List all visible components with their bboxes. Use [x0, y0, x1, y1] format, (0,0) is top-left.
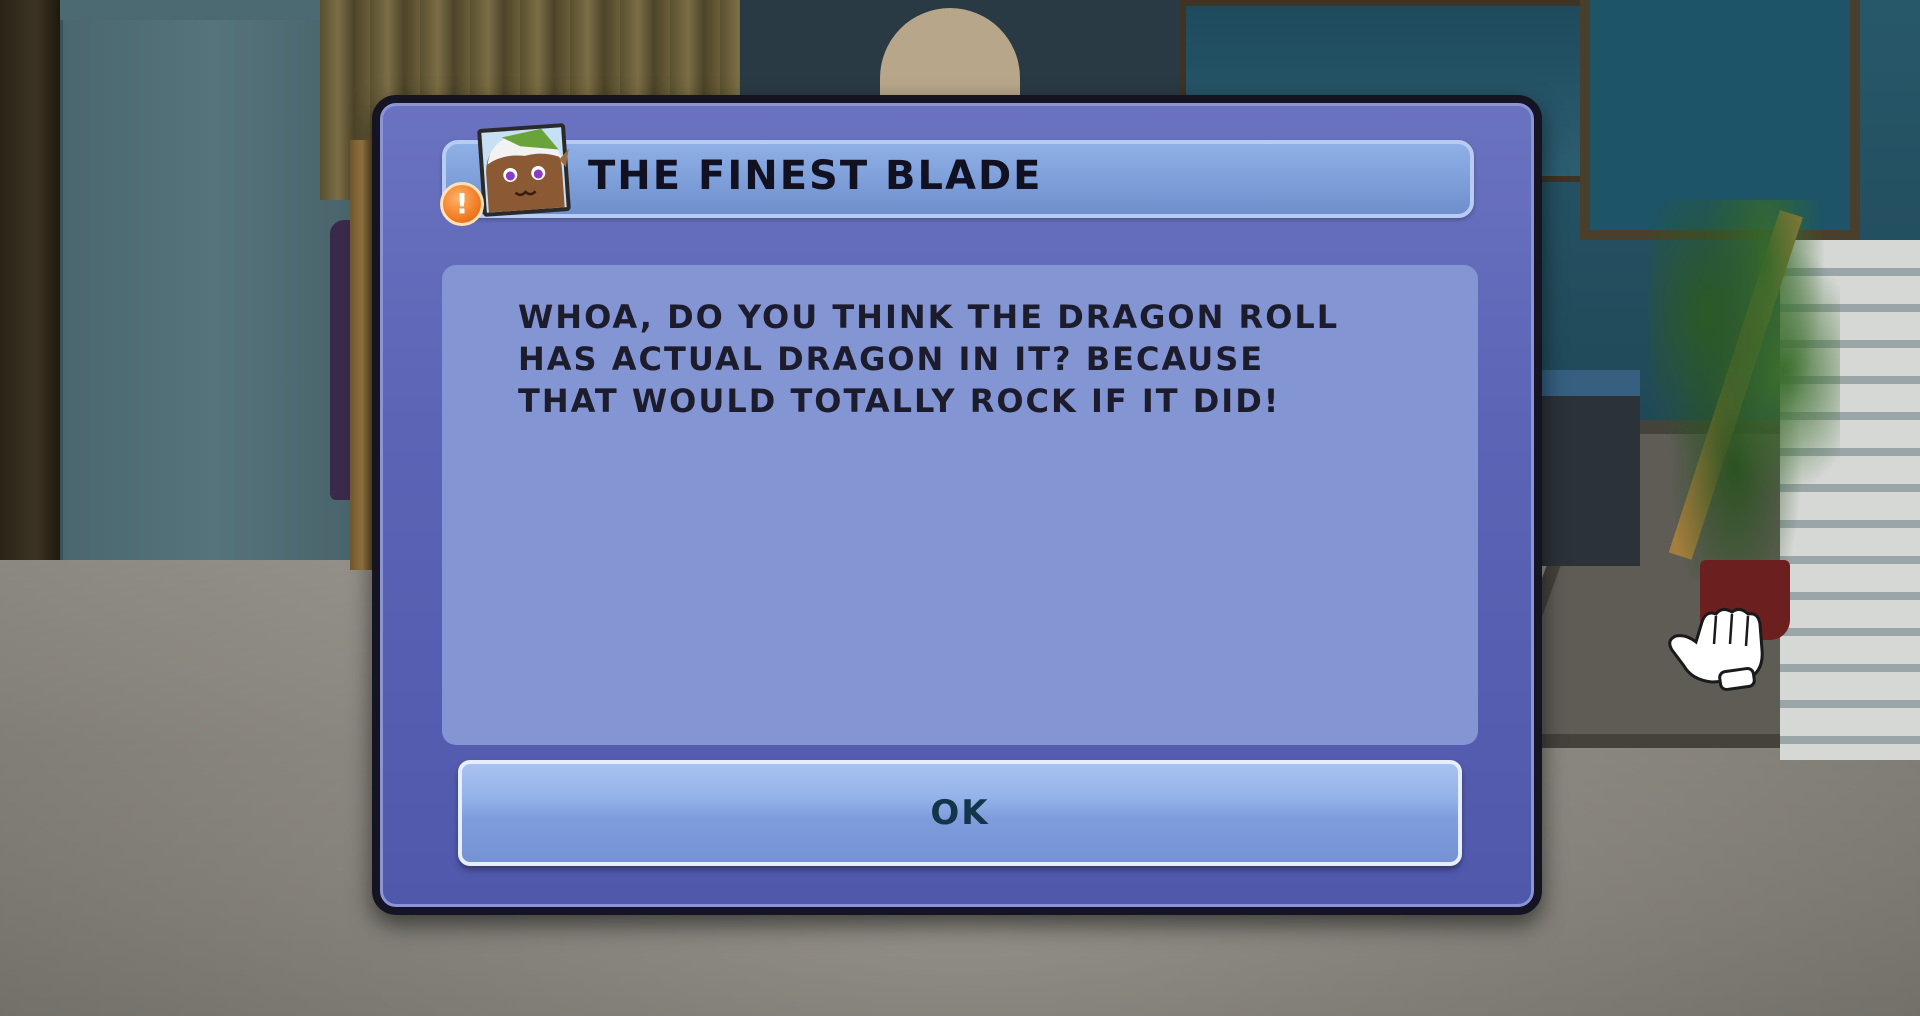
ok-button[interactable]: OK: [458, 760, 1462, 866]
coat-rack: [350, 140, 374, 570]
dialog-title: THE FINEST BLADE: [588, 153, 1043, 199]
game-scene: THE FINEST BLADE ! WHOA, DO YOU THINK TH…: [0, 0, 1920, 1016]
dialog-message: WHOA, DO YOU THINK THE DRAGON ROLL HAS A…: [518, 298, 1340, 420]
character-portrait-icon: [471, 119, 577, 222]
white-glove-cursor-icon: [1662, 592, 1782, 692]
wall-panel: [60, 20, 363, 580]
chair: [1530, 370, 1640, 566]
ok-button-label: OK: [930, 793, 990, 833]
potted-plant-leaves: [1650, 200, 1840, 580]
exclamation-alert-icon: !: [440, 182, 484, 226]
